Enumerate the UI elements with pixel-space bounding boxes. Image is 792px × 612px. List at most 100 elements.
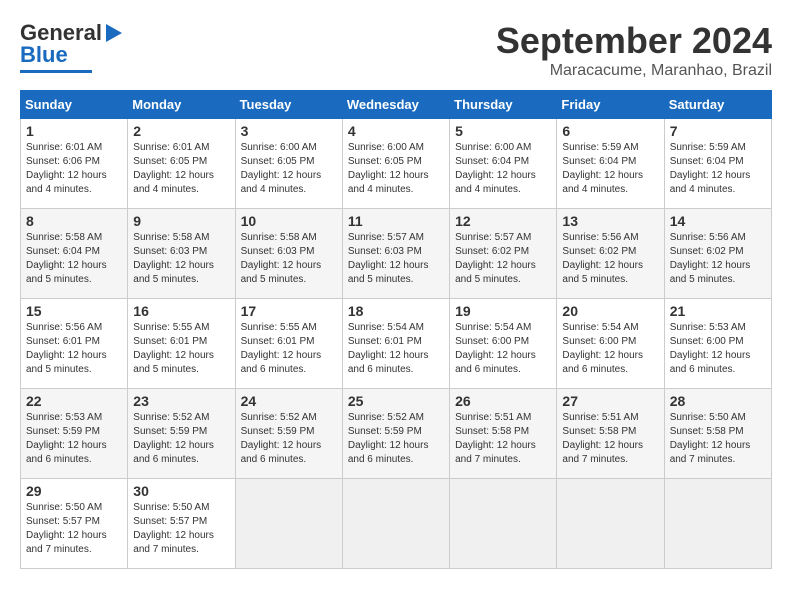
col-header-wednesday: Wednesday (342, 91, 449, 119)
day-number: 11 (348, 213, 444, 229)
day-cell: 22 Sunrise: 5:53 AM Sunset: 5:59 PM Dayli… (21, 389, 128, 479)
day-number: 16 (133, 303, 229, 319)
day-info: Sunrise: 6:00 AM Sunset: 6:04 PM Dayligh… (455, 141, 551, 197)
day-cell: 14Sunrise: 5:56 AM Sunset: 6:02 PM Dayli… (664, 209, 771, 299)
day-info: Sunrise: 5:52 AM Sunset: 5:59 PM Dayligh… (348, 411, 444, 467)
logo-underline (20, 70, 92, 73)
day-cell: 9Sunrise: 5:58 AM Sunset: 6:03 PM Daylig… (128, 209, 235, 299)
col-header-friday: Friday (557, 91, 664, 119)
day-info: Sunrise: 5:54 AM Sunset: 6:00 PM Dayligh… (455, 321, 551, 377)
day-cell (557, 479, 664, 569)
day-number: 7 (670, 123, 766, 139)
day-cell: 27Sunrise: 5:51 AM Sunset: 5:58 PM Dayli… (557, 389, 664, 479)
day-number: 1 (26, 123, 122, 139)
day-info: Sunrise: 5:53 AM Sunset: 5:59 PM Dayligh… (26, 411, 122, 467)
day-info: Sunrise: 5:55 AM Sunset: 6:01 PM Dayligh… (133, 321, 229, 377)
week-row-5: 29 Sunrise: 5:50 AM Sunset: 5:57 PM Dayli… (21, 479, 772, 569)
day-info: Sunrise: 5:57 AM Sunset: 6:03 PM Dayligh… (348, 231, 444, 287)
week-row-4: 22 Sunrise: 5:53 AM Sunset: 5:59 PM Dayli… (21, 389, 772, 479)
day-number: 8 (26, 213, 122, 229)
day-cell: 19 Sunrise: 5:54 AM Sunset: 6:00 PM Dayli… (450, 299, 557, 389)
day-number: 15 (26, 303, 122, 319)
day-info: Sunrise: 5:56 AM Sunset: 6:02 PM Dayligh… (562, 231, 658, 287)
col-header-saturday: Saturday (664, 91, 771, 119)
day-cell: 30 Sunrise: 5:50 AM Sunset: 5:57 PM Dayli… (128, 479, 235, 569)
day-number: 22 (26, 393, 122, 409)
day-number: 28 (670, 393, 766, 409)
day-info: Sunrise: 5:58 AM Sunset: 6:03 PM Dayligh… (241, 231, 337, 287)
page-header: General Blue September 2024 Maracacume, … (20, 20, 772, 80)
day-cell: 29 Sunrise: 5:50 AM Sunset: 5:57 PM Dayli… (21, 479, 128, 569)
day-cell: 17Sunrise: 5:55 AM Sunset: 6:01 PM Dayli… (235, 299, 342, 389)
day-info: Sunrise: 5:55 AM Sunset: 6:01 PM Dayligh… (241, 321, 337, 377)
day-number: 30 (133, 483, 229, 499)
col-header-sunday: Sunday (21, 91, 128, 119)
day-number: 2 (133, 123, 229, 139)
day-cell: 20 Sunrise: 5:54 AM Sunset: 6:00 PM Dayli… (557, 299, 664, 389)
week-row-3: 15 Sunrise: 5:56 AM Sunset: 6:01 PM Dayli… (21, 299, 772, 389)
logo-arrow-icon (106, 24, 122, 42)
col-header-monday: Monday (128, 91, 235, 119)
day-cell: 21 Sunrise: 5:53 AM Sunset: 6:00 PM Dayli… (664, 299, 771, 389)
day-info: Sunrise: 5:52 AM Sunset: 5:59 PM Dayligh… (241, 411, 337, 467)
day-number: 5 (455, 123, 551, 139)
day-cell: 8 Sunrise: 5:58 AM Sunset: 6:04 PM Daylig… (21, 209, 128, 299)
day-info: Sunrise: 5:54 AM Sunset: 6:01 PM Dayligh… (348, 321, 444, 377)
day-info: Sunrise: 5:50 AM Sunset: 5:57 PM Dayligh… (133, 501, 229, 557)
col-header-tuesday: Tuesday (235, 91, 342, 119)
day-number: 21 (670, 303, 766, 319)
day-number: 6 (562, 123, 658, 139)
day-cell (235, 479, 342, 569)
day-number: 3 (241, 123, 337, 139)
day-info: Sunrise: 6:01 AM Sunset: 6:05 PM Dayligh… (133, 141, 229, 197)
logo-blue: Blue (20, 42, 68, 68)
day-info: Sunrise: 5:50 AM Sunset: 5:58 PM Dayligh… (670, 411, 766, 467)
day-cell: 5 Sunrise: 6:00 AM Sunset: 6:04 PM Daylig… (450, 119, 557, 209)
day-cell: 3 Sunrise: 6:00 AM Sunset: 6:05 PM Daylig… (235, 119, 342, 209)
day-number: 18 (348, 303, 444, 319)
day-info: Sunrise: 5:52 AM Sunset: 5:59 PM Dayligh… (133, 411, 229, 467)
header-row: SundayMondayTuesdayWednesdayThursdayFrid… (21, 91, 772, 119)
day-cell: 10 Sunrise: 5:58 AM Sunset: 6:03 PM Dayli… (235, 209, 342, 299)
day-info: Sunrise: 5:51 AM Sunset: 5:58 PM Dayligh… (455, 411, 551, 467)
title-block: September 2024 Maracacume, Maranhao, Bra… (496, 20, 772, 80)
day-cell: 11 Sunrise: 5:57 AM Sunset: 6:03 PM Dayli… (342, 209, 449, 299)
day-info: Sunrise: 5:53 AM Sunset: 6:00 PM Dayligh… (670, 321, 766, 377)
calendar-table: SundayMondayTuesdayWednesdayThursdayFrid… (20, 90, 772, 569)
day-info: Sunrise: 6:01 AM Sunset: 6:06 PM Dayligh… (26, 141, 122, 197)
day-info: Sunrise: 5:57 AM Sunset: 6:02 PM Dayligh… (455, 231, 551, 287)
day-info: Sunrise: 5:50 AM Sunset: 5:57 PM Dayligh… (26, 501, 122, 557)
day-info: Sunrise: 5:51 AM Sunset: 5:58 PM Dayligh… (562, 411, 658, 467)
location-subtitle: Maracacume, Maranhao, Brazil (496, 62, 772, 80)
day-cell: 2 Sunrise: 6:01 AM Sunset: 6:05 PM Daylig… (128, 119, 235, 209)
day-number: 29 (26, 483, 122, 499)
col-header-thursday: Thursday (450, 91, 557, 119)
day-number: 19 (455, 303, 551, 319)
day-number: 14 (670, 213, 766, 229)
day-cell: 1 Sunrise: 6:01 AM Sunset: 6:06 PM Daylig… (21, 119, 128, 209)
day-cell: 25 Sunrise: 5:52 AM Sunset: 5:59 PM Dayli… (342, 389, 449, 479)
day-cell: 13Sunrise: 5:56 AM Sunset: 6:02 PM Dayli… (557, 209, 664, 299)
day-cell: 16 Sunrise: 5:55 AM Sunset: 6:01 PM Dayli… (128, 299, 235, 389)
day-info: Sunrise: 5:54 AM Sunset: 6:00 PM Dayligh… (562, 321, 658, 377)
day-cell: 18 Sunrise: 5:54 AM Sunset: 6:01 PM Dayli… (342, 299, 449, 389)
day-number: 12 (455, 213, 551, 229)
day-info: Sunrise: 5:56 AM Sunset: 6:01 PM Dayligh… (26, 321, 122, 377)
month-title: September 2024 (496, 20, 772, 62)
day-info: Sunrise: 5:58 AM Sunset: 6:04 PM Dayligh… (26, 231, 122, 287)
day-cell: 6 Sunrise: 5:59 AM Sunset: 6:04 PM Daylig… (557, 119, 664, 209)
day-cell (450, 479, 557, 569)
day-number: 20 (562, 303, 658, 319)
day-cell: 26 Sunrise: 5:51 AM Sunset: 5:58 PM Dayli… (450, 389, 557, 479)
day-cell (342, 479, 449, 569)
day-info: Sunrise: 6:00 AM Sunset: 6:05 PM Dayligh… (241, 141, 337, 197)
day-info: Sunrise: 6:00 AM Sunset: 6:05 PM Dayligh… (348, 141, 444, 197)
day-number: 26 (455, 393, 551, 409)
day-number: 9 (133, 213, 229, 229)
day-info: Sunrise: 5:59 AM Sunset: 6:04 PM Dayligh… (670, 141, 766, 197)
day-number: 25 (348, 393, 444, 409)
day-number: 24 (241, 393, 337, 409)
day-number: 10 (241, 213, 337, 229)
week-row-1: 1 Sunrise: 6:01 AM Sunset: 6:06 PM Daylig… (21, 119, 772, 209)
day-info: Sunrise: 5:59 AM Sunset: 6:04 PM Dayligh… (562, 141, 658, 197)
